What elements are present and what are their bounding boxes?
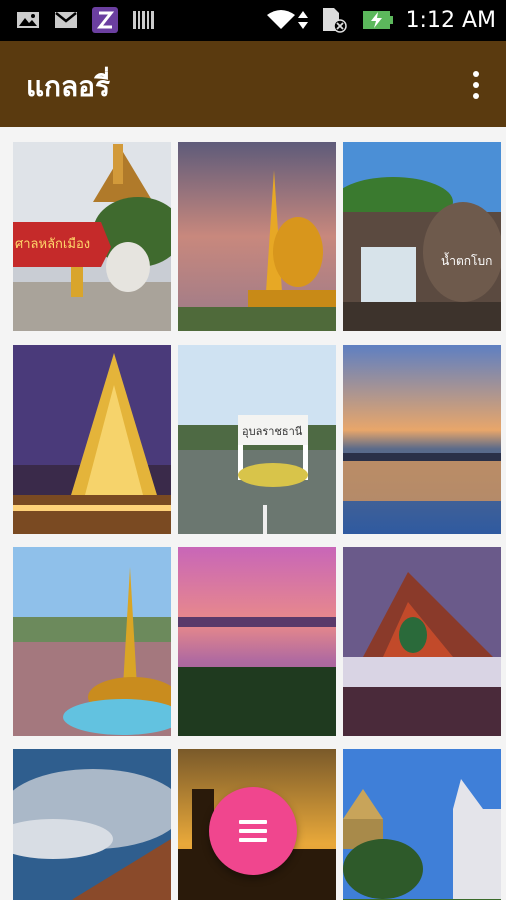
app-bar: แกลอรี่ xyxy=(0,41,506,127)
tile-caption: อุบลราชธานี xyxy=(242,425,303,438)
more-vert-icon[interactable] xyxy=(464,67,488,103)
photo-tile[interactable] xyxy=(13,547,171,736)
photo-tile[interactable] xyxy=(13,749,171,900)
golden-pagoda-night-image xyxy=(13,345,171,534)
tile-caption: ศาลหลักเมือง xyxy=(15,236,90,252)
photo-tile[interactable]: อุบลราชธานี xyxy=(178,345,336,534)
barcode-icon xyxy=(133,11,154,29)
photo-grid: ศาลหลักเมือง น้ำตกโบก อุบลราชธานี xyxy=(0,127,506,900)
tile-caption: น้ำตกโบก xyxy=(441,252,492,268)
photo-tile[interactable] xyxy=(13,345,171,534)
gmail-icon xyxy=(55,12,77,28)
photo-tile[interactable] xyxy=(343,547,501,736)
photo-tile[interactable] xyxy=(178,142,336,331)
battery-charging-icon xyxy=(363,11,393,29)
status-bar: 1:12 AM xyxy=(0,0,506,41)
candle-festival-image xyxy=(13,547,171,736)
photo-tile[interactable]: ศาลหลักเมือง xyxy=(13,142,171,331)
purple-sky-river-image xyxy=(178,547,336,736)
clock: 1:12 AM xyxy=(405,8,496,33)
z-app-icon xyxy=(92,7,118,33)
menu-fab-button[interactable] xyxy=(209,787,297,875)
waterfall-image: น้ำตกโบก xyxy=(343,142,501,331)
city-gate-sign-image: อุบลราชธานี xyxy=(178,345,336,534)
menu-icon xyxy=(239,820,267,842)
photo-tile[interactable] xyxy=(343,345,501,534)
page-title: แกลอรี่ xyxy=(26,70,111,103)
temple-sign-elephant-image: ศาลหลักเมือง xyxy=(13,142,171,331)
sim-icon xyxy=(323,8,347,33)
golden-pagoda-naga-image xyxy=(178,142,336,331)
gallery-icon xyxy=(17,12,39,28)
white-temple-image xyxy=(343,749,501,900)
data-arrows-icon xyxy=(298,11,308,29)
river-sunset-image xyxy=(343,345,501,534)
wifi-icon xyxy=(267,10,295,29)
photo-tile[interactable] xyxy=(178,547,336,736)
photo-tile[interactable]: น้ำตกโบก xyxy=(343,142,501,331)
cloudy-sky-rocks-image xyxy=(13,749,171,900)
thai-temple-dusk-image xyxy=(343,547,501,736)
photo-tile[interactable] xyxy=(343,749,501,900)
